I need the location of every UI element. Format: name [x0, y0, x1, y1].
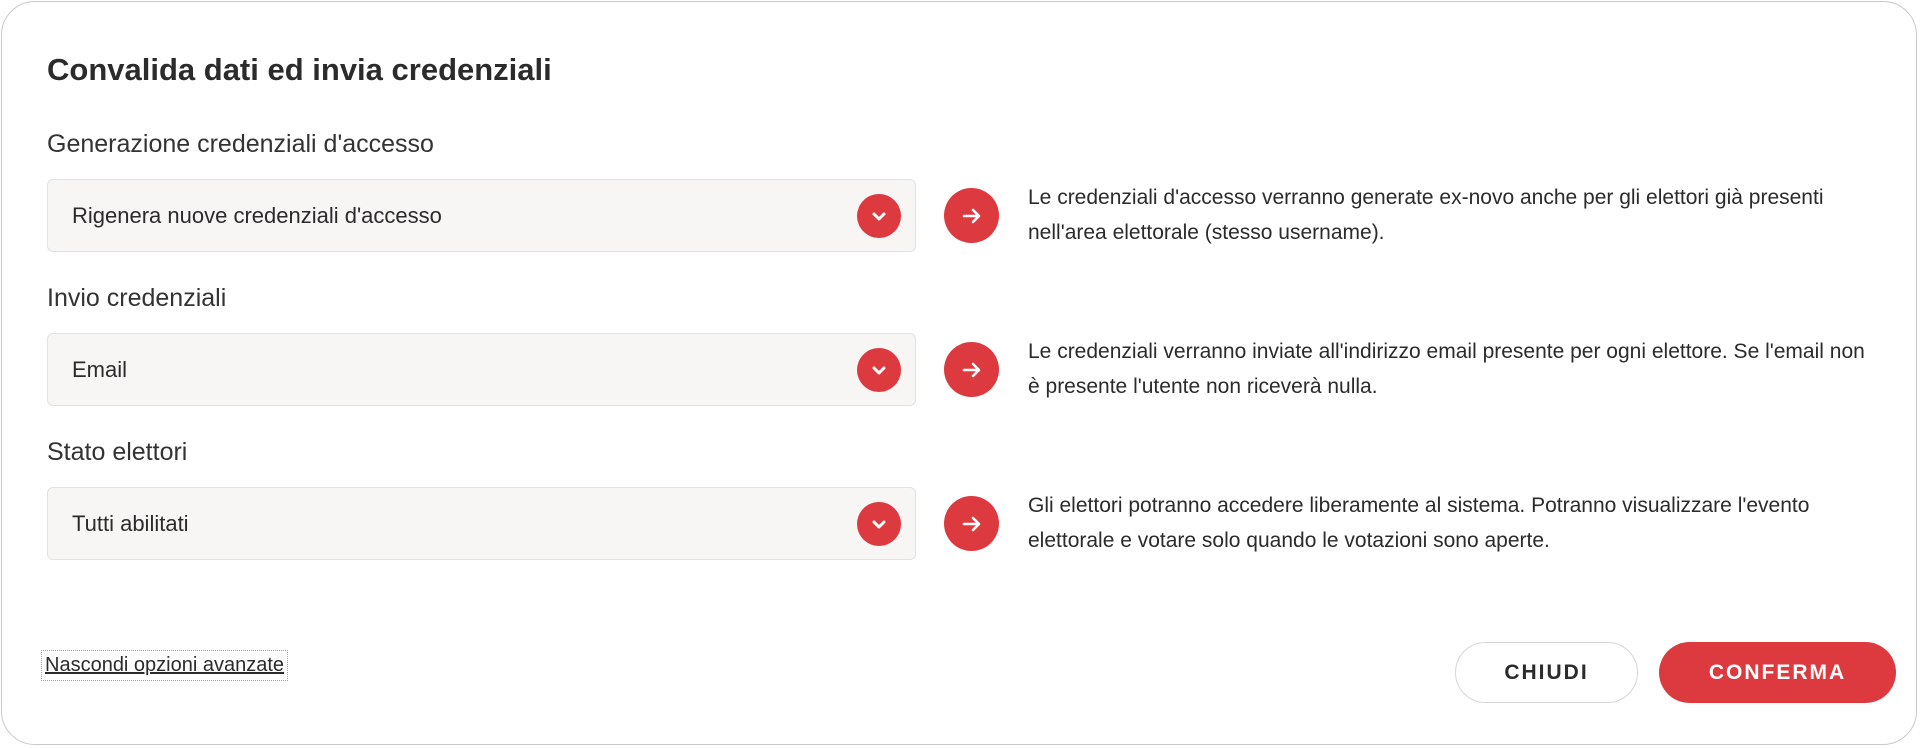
voter-status-select[interactable]: Tutti abilitati [47, 487, 916, 560]
access-credentials-generation-description: Le credenziali d'accesso verranno genera… [1028, 186, 1824, 244]
credentials-delivery-description: Le credenziali verranno inviate all'indi… [1028, 340, 1865, 398]
chevron-down-icon[interactable] [857, 193, 901, 238]
credentials-delivery-select[interactable]: Email [47, 333, 916, 406]
voter-status-label: Stato elettori [47, 438, 188, 466]
arrow-right-icon [944, 342, 999, 397]
access-credentials-generation-label: Generazione credenziali d'accesso [47, 130, 434, 158]
dialog-title: Convalida dati ed invia credenziali [47, 52, 552, 87]
select-value: Rigenera nuove credenziali d'accesso [72, 202, 442, 228]
access-credentials-generation-select[interactable]: Rigenera nuove credenziali d'accesso [47, 179, 916, 252]
select-value: Tutti abilitati [72, 510, 189, 536]
credentials-dialog: Convalida dati ed invia credenziali Gene… [1, 1, 1917, 745]
credentials-delivery-label: Invio credenziali [47, 284, 227, 312]
arrow-right-icon [944, 496, 999, 551]
confirm-button[interactable]: CONFERMA [1659, 642, 1896, 703]
chevron-down-icon[interactable] [857, 347, 901, 392]
hide-advanced-options-link[interactable]: Nascondi opzioni avanzate [40, 650, 289, 681]
arrow-right-icon [944, 188, 999, 243]
select-value: Email [72, 356, 128, 382]
close-button[interactable]: CHIUDI [1455, 642, 1638, 703]
voter-status-description: Gli elettori potranno accedere liberamen… [1028, 494, 1810, 552]
chevron-down-icon[interactable] [857, 501, 901, 546]
